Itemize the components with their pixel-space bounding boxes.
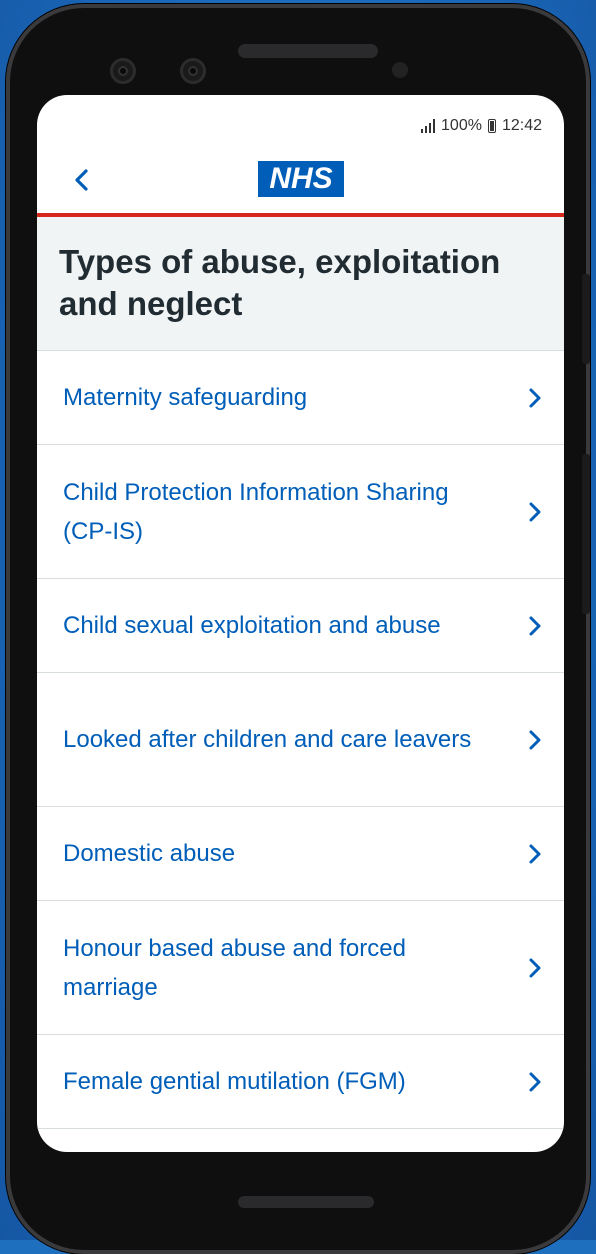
volume-button — [582, 454, 590, 614]
signal-icon — [421, 119, 436, 133]
list-item-label: Maternity safeguarding — [63, 384, 308, 411]
list-item-maternity-safeguarding[interactable]: Maternity safeguarding — [37, 351, 564, 445]
chevron-right-icon — [529, 1072, 541, 1091]
battery-icon — [487, 119, 496, 133]
chevron-right-icon — [529, 844, 541, 863]
front-camera-secondary — [180, 58, 206, 84]
app-screen: 100% 12:42 NHS Types of abuse, exploitat… — [37, 95, 564, 1152]
nhs-logo-text: NHS — [269, 162, 333, 195]
app-header: NHS — [37, 155, 564, 217]
status-bar: 100% 12:42 — [37, 95, 564, 155]
list-item-label: Honour based abuse and forced marriage — [63, 934, 406, 1001]
status-indicators: 100% 12:42 — [421, 117, 542, 135]
earpiece-speaker — [238, 44, 378, 58]
chevron-left-icon — [75, 169, 88, 191]
title-band: Types of abuse, exploitation and neglect — [37, 217, 564, 351]
proximity-sensor — [392, 62, 408, 78]
chevron-right-icon — [529, 730, 541, 749]
chevron-right-icon — [529, 502, 541, 521]
list-item-looked-after-children[interactable]: Looked after children and care leavers — [37, 673, 564, 807]
chevron-right-icon — [529, 388, 541, 407]
list-item-domestic-abuse[interactable]: Domestic abuse — [37, 807, 564, 901]
battery-percent: 100% — [441, 117, 482, 134]
back-button[interactable] — [67, 165, 97, 195]
list-item-honour-based-abuse[interactable]: Honour based abuse and forced marriage — [37, 901, 564, 1035]
chevron-right-icon — [529, 958, 541, 977]
list-item-label: Child Protection Information Sharing (CP… — [63, 478, 449, 545]
clock: 12:42 — [501, 117, 542, 134]
list-item-label: Female gential mutilation (FGM) — [63, 1068, 406, 1095]
nhs-logo: NHS — [258, 161, 344, 197]
list-item-label: Child sexual exploitation and abuse — [63, 612, 441, 639]
list-item-label: Domestic abuse — [63, 840, 236, 867]
list-item-label: Looked after children and care leavers — [63, 726, 472, 753]
front-camera — [110, 58, 136, 84]
power-button — [582, 274, 590, 364]
bottom-speaker — [238, 1196, 374, 1208]
chevron-right-icon — [529, 616, 541, 635]
list-item-cp-is[interactable]: Child Protection Information Sharing (CP… — [37, 445, 564, 579]
page-title: Types of abuse, exploitation and neglect — [59, 243, 501, 322]
list-item-child-sexual-exploitation[interactable]: Child sexual exploitation and abuse — [37, 579, 564, 673]
list-item-fgm[interactable]: Female gential mutilation (FGM) — [37, 1035, 564, 1129]
topic-list: Maternity safeguarding Child Protection … — [37, 351, 564, 1129]
